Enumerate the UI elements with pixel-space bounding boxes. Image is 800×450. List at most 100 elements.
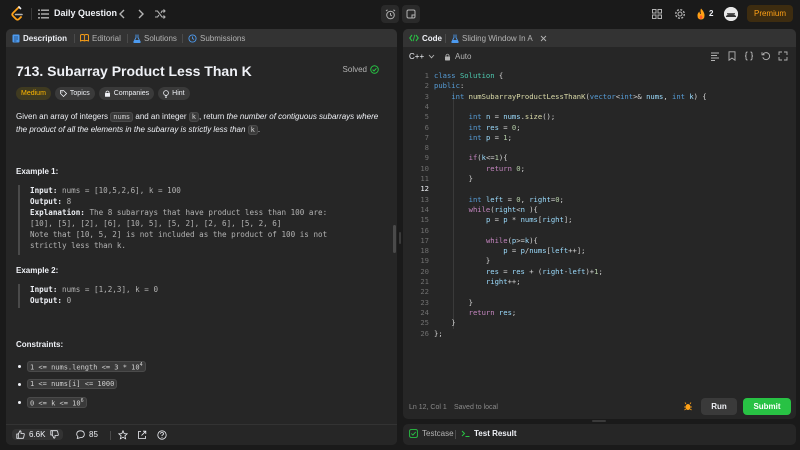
notes-button[interactable] (402, 5, 420, 23)
line-number: 15 (420, 215, 429, 225)
code-line[interactable]: 1 class Solution { (403, 71, 796, 81)
hint-chip[interactable]: Hint (158, 87, 190, 100)
tab-solution-file[interactable]: Sliding Window In A (451, 29, 547, 47)
lock-icon (104, 90, 110, 97)
tab-testcase[interactable]: Testcase (409, 429, 454, 438)
tab-submissions[interactable]: Submissions (188, 29, 245, 47)
code-line[interactable]: 21 right++; (403, 277, 796, 287)
premium-button[interactable]: Premium (747, 5, 793, 22)
code-line[interactable]: 9 if(k<=1){ (403, 153, 796, 163)
code-line[interactable]: 18 p = p/nums[left++]; (403, 246, 796, 256)
line-number: 21 (420, 277, 429, 286)
explanation-text: The 8 subarrays that have product less t… (84, 208, 328, 217)
code-panel: Code Sliding Window In A C++ Auto 1 class… (403, 29, 796, 419)
panel-resize-handle[interactable] (592, 420, 606, 422)
timer-button[interactable] (381, 5, 399, 23)
example-2-heading: Example 2: (16, 266, 59, 275)
tab-editorial[interactable]: Editorial (80, 29, 121, 47)
example-1-block: Input: nums = [10,5,2,6], k = 100 Output… (18, 185, 327, 255)
tab-editorial-label: Editorial (92, 33, 121, 43)
tab-code[interactable]: Code (409, 29, 442, 47)
format-icon[interactable] (710, 51, 720, 62)
constraint-item: 0 <= k <= 106 (18, 397, 87, 409)
bullet (18, 382, 21, 386)
code-line[interactable]: 22 (403, 287, 796, 297)
help-icon[interactable] (157, 430, 167, 440)
code-line[interactable]: 26}; (403, 329, 796, 339)
gear-icon[interactable] (674, 8, 686, 20)
check-circle-icon (370, 65, 379, 74)
likes-count: 6.6K (29, 430, 46, 439)
shuffle-icon[interactable] (154, 8, 166, 20)
companies-chip[interactable]: Companies (98, 87, 155, 100)
language-select[interactable]: C++ (409, 52, 435, 61)
code-line[interactable]: 20 res = res + (right-left)+1; (403, 267, 796, 277)
inline-code: k (247, 124, 258, 135)
code-line[interactable]: 13 int left = 0, right=0; (403, 195, 796, 205)
save-status: Saved to local (454, 404, 498, 411)
leetcode-logo[interactable] (10, 6, 24, 22)
chevron-right-icon[interactable] (135, 7, 147, 21)
tab-description[interactable]: Description (12, 29, 67, 47)
code-line[interactable]: 17 while(p>=k){ (403, 236, 796, 246)
topics-chip[interactable]: Topics (54, 87, 95, 100)
code-line[interactable]: 25 } (403, 318, 796, 328)
code-line[interactable]: 19 } (403, 256, 796, 266)
code-text: int p = 1; (468, 132, 512, 142)
star-icon[interactable] (118, 430, 128, 440)
close-icon[interactable] (540, 35, 547, 42)
code-line[interactable]: 24 return res; (403, 308, 796, 318)
panel-resize-handle[interactable] (399, 232, 401, 244)
left-tabbar: Description Editorial Solutions Submissi… (6, 29, 397, 47)
comments-button[interactable]: 85 (76, 430, 98, 439)
code-line[interactable]: 5 int n = nums.size(); (403, 112, 796, 122)
code-line[interactable]: 4 (403, 102, 796, 112)
cursor-position: Ln 12, Col 1 (409, 404, 447, 411)
auto-mode[interactable]: Auto (444, 52, 471, 61)
code-line[interactable]: 6 int res = 0; (403, 123, 796, 133)
fire-icon[interactable] (696, 8, 706, 20)
input-label: Input: (30, 285, 58, 294)
code-line[interactable]: 2 public: (403, 81, 796, 91)
code-line[interactable]: 12 (403, 184, 796, 194)
problem-list-title[interactable]: Daily Question (54, 8, 117, 18)
tab-solutions[interactable]: Solutions (133, 29, 177, 47)
code-line[interactable]: 16 (403, 226, 796, 236)
run-button[interactable]: Run (701, 398, 737, 415)
problem-title[interactable]: 713. Subarray Product Less Than K (16, 63, 252, 79)
constraints-heading: Constraints: (16, 340, 64, 349)
braces-icon[interactable] (744, 51, 754, 62)
reset-icon[interactable] (761, 51, 771, 62)
line-number: 19 (420, 256, 429, 266)
submit-button[interactable]: Submit (743, 398, 791, 415)
terminal-icon (461, 430, 470, 437)
grid-icon[interactable] (652, 9, 662, 19)
code-line[interactable]: 15 p = p * nums[right]; (403, 215, 796, 225)
debug-icon[interactable] (683, 401, 693, 411)
tab-test-result[interactable]: Test Result (461, 429, 517, 438)
code-line[interactable]: 10 return 0; (403, 164, 796, 174)
output-label: Output: (30, 197, 63, 206)
alarm-clock-icon (385, 8, 395, 19)
share-icon[interactable] (137, 430, 147, 440)
thumbs-up-icon[interactable] (16, 430, 25, 439)
code-line[interactable]: 23 } (403, 298, 796, 308)
code-line[interactable]: 3 int numSubarrayProductLessThanK(vector… (403, 92, 796, 102)
code-line[interactable]: 7 int p = 1; (403, 133, 796, 143)
line-number: 26 (420, 328, 429, 338)
like-dislike-group: 6.6K (12, 429, 64, 440)
scrollbar[interactable] (393, 225, 396, 253)
problem-list-icon[interactable] (38, 9, 49, 19)
expand-icon[interactable] (778, 51, 788, 62)
code-text: public: (434, 81, 465, 91)
code-text: int left = 0, right=0; (468, 194, 564, 204)
bookmark-icon[interactable] (727, 51, 737, 62)
constraint-code: 1 <= nums[i] <= 1000 (27, 379, 118, 389)
avatar[interactable] (724, 7, 738, 21)
thumbs-down-icon[interactable] (50, 430, 60, 439)
code-line[interactable]: 8 (403, 143, 796, 153)
tab-solutions-label: Solutions (144, 33, 177, 43)
code-line[interactable]: 14 while(right<n ){ (403, 205, 796, 215)
code-line[interactable]: 11 } (403, 174, 796, 184)
chevron-left-icon[interactable] (116, 7, 128, 21)
